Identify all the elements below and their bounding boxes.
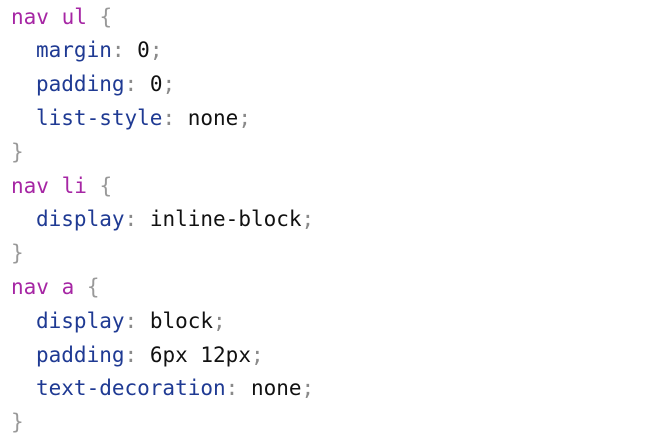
property: text-decoration bbox=[36, 376, 226, 400]
value: 6px 12px bbox=[149, 343, 251, 367]
colon: : bbox=[124, 207, 138, 231]
declaration-line: display: inline-block; bbox=[11, 202, 314, 236]
close-brace: } bbox=[11, 140, 24, 164]
selector-line: nav a { bbox=[11, 270, 100, 304]
declaration-line: list-style: none; bbox=[11, 101, 251, 135]
semicolon: ; bbox=[213, 309, 226, 333]
property: padding bbox=[36, 343, 125, 367]
value: 0 bbox=[149, 72, 163, 96]
value: inline-block bbox=[149, 207, 302, 231]
colon: : bbox=[124, 343, 138, 367]
semicolon: ; bbox=[250, 343, 264, 367]
close-brace-line: } bbox=[11, 135, 24, 169]
selector: nav ul bbox=[11, 5, 87, 29]
close-brace: } bbox=[11, 241, 24, 265]
selector: nav a bbox=[11, 275, 75, 299]
selector-line: nav li { bbox=[11, 169, 112, 203]
semicolon: ; bbox=[162, 72, 176, 96]
close-brace-line: } bbox=[11, 236, 24, 270]
value: 0 bbox=[137, 38, 150, 62]
colon: : bbox=[124, 72, 138, 96]
open-brace: { bbox=[99, 174, 113, 198]
selector: nav li bbox=[11, 174, 87, 198]
declaration-line: display: block; bbox=[11, 304, 226, 338]
value: none bbox=[187, 106, 239, 130]
colon: : bbox=[111, 38, 125, 62]
semicolon: ; bbox=[238, 106, 251, 130]
selector-line: nav ul { bbox=[11, 0, 112, 34]
open-brace: { bbox=[86, 275, 100, 299]
property: list-style bbox=[36, 106, 163, 130]
property: padding bbox=[36, 72, 125, 96]
value: block bbox=[149, 309, 214, 333]
semicolon: ; bbox=[301, 376, 315, 400]
open-brace: { bbox=[99, 5, 113, 29]
value: none bbox=[250, 376, 302, 400]
colon: : bbox=[225, 376, 239, 400]
close-brace-line: } bbox=[11, 405, 24, 439]
colon: : bbox=[162, 106, 176, 130]
declaration-line: padding: 0; bbox=[11, 67, 175, 101]
semicolon: ; bbox=[149, 38, 163, 62]
property: margin bbox=[36, 38, 112, 62]
property: display bbox=[36, 207, 125, 231]
semicolon: ; bbox=[301, 207, 315, 231]
declaration-line: text-decoration: none; bbox=[11, 371, 314, 405]
declaration-line: margin: 0; bbox=[11, 33, 162, 67]
property: display bbox=[36, 309, 125, 333]
declaration-line: padding: 6px 12px; bbox=[11, 338, 264, 372]
close-brace: } bbox=[11, 410, 24, 434]
colon: : bbox=[124, 309, 138, 333]
